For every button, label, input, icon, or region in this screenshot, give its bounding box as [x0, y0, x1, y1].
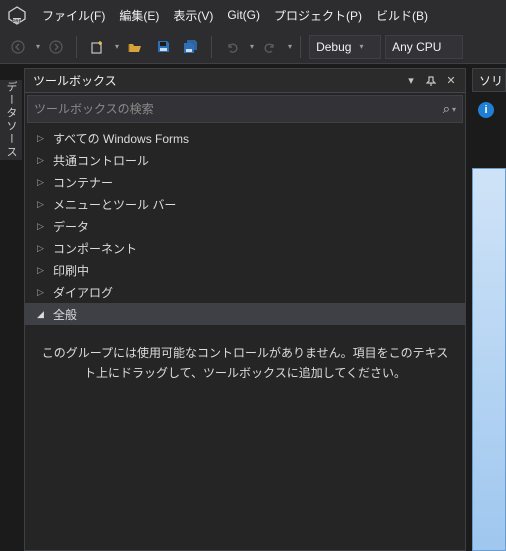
dropdown-caret-icon[interactable]: ▾: [288, 42, 292, 51]
search-icon[interactable]: ⌕: [443, 101, 450, 117]
tree-group[interactable]: ▷ メニューとツール バー: [25, 193, 465, 215]
platform-combo[interactable]: Any CPU: [385, 35, 463, 59]
configuration-label: Debug: [316, 40, 351, 54]
dropdown-caret-icon[interactable]: ▾: [250, 42, 254, 51]
toolbar: ▾ ▾ ▾ ▾ Debug ▾ Any CPU: [0, 30, 506, 64]
toolbox-search[interactable]: ⌕ ▾: [27, 95, 463, 123]
menu-edit[interactable]: 編集(E): [119, 7, 159, 24]
expander-collapsed-icon: ▷: [37, 287, 47, 298]
save-button[interactable]: [151, 35, 175, 59]
tree-group[interactable]: ▷ すべての Windows Forms: [25, 127, 465, 149]
menu-project[interactable]: プロジェクト(P): [274, 7, 362, 24]
menu-git[interactable]: Git(G): [227, 8, 260, 22]
tree-group-label: データ: [53, 218, 89, 235]
tree-group-label: メニューとツール バー: [53, 196, 176, 213]
tree-group[interactable]: ▷ コンポーネント: [25, 237, 465, 259]
expander-collapsed-icon: ▷: [37, 243, 47, 254]
tree-group[interactable]: ▷ データ: [25, 215, 465, 237]
main-area: ツールボックス ▾ ✕ ⌕ ▾ ▷ すべての Windows Forms ▷ 共通コ…: [24, 68, 506, 551]
toolbox-panel: ツールボックス ▾ ✕ ⌕ ▾ ▷ すべての Windows Forms ▷ 共通コ…: [24, 68, 466, 551]
tree-group-label: 印刷中: [53, 262, 89, 279]
configuration-combo[interactable]: Debug ▾: [309, 35, 381, 59]
right-panel-sliver: ソリ i: [472, 68, 506, 551]
platform-label: Any CPU: [392, 40, 441, 54]
expander-collapsed-icon: ▷: [37, 155, 47, 166]
tree-group-label: 共通コントロール: [53, 152, 149, 169]
open-button[interactable]: [123, 35, 147, 59]
solution-explorer-header[interactable]: ソリ: [472, 68, 506, 92]
nav-back-button[interactable]: [6, 35, 30, 59]
save-all-button[interactable]: [179, 35, 203, 59]
tree-group[interactable]: ▷ ダイアログ: [25, 281, 465, 303]
undo-button[interactable]: [220, 35, 244, 59]
panel-options-icon[interactable]: ▾: [403, 73, 419, 89]
nav-forward-button[interactable]: [44, 35, 68, 59]
toolbox-title: ツールボックス: [33, 72, 399, 89]
tree-group-label: コンテナー: [53, 174, 113, 191]
close-icon[interactable]: ✕: [443, 73, 459, 89]
expander-expanded-icon: ◢: [37, 309, 47, 320]
tree-group-label: ダイアログ: [53, 284, 113, 301]
tree-group-label: コンポーネント: [53, 240, 137, 257]
expander-collapsed-icon: ▷: [37, 133, 47, 144]
app-logo-icon: PRE: [6, 4, 28, 26]
dropdown-caret-icon[interactable]: ▾: [115, 42, 119, 51]
expander-collapsed-icon: ▷: [37, 265, 47, 276]
dropdown-caret-icon[interactable]: ▾: [36, 42, 40, 51]
toolbox-header: ツールボックス ▾ ✕: [25, 69, 465, 93]
empty-group-message: このグループには使用可能なコントロールがありません。項目をこのテキスト上にドラッ…: [25, 325, 465, 402]
separator: [76, 36, 77, 58]
pin-icon[interactable]: [423, 73, 439, 89]
menu-view[interactable]: 表示(V): [173, 7, 213, 24]
dropdown-caret-icon[interactable]: ▾: [452, 105, 456, 114]
menu-bar: PRE ファイル(F) 編集(E) 表示(V) Git(G) プロジェクト(P)…: [0, 0, 506, 30]
menu-build[interactable]: ビルド(B): [376, 7, 428, 24]
expander-collapsed-icon: ▷: [37, 221, 47, 232]
tree-group-general[interactable]: ◢ 全般: [25, 303, 465, 325]
separator: [211, 36, 212, 58]
new-item-button[interactable]: [85, 35, 109, 59]
side-tab-data-sources[interactable]: データソース: [0, 80, 22, 160]
tree-group-label: 全般: [53, 306, 77, 323]
info-icon[interactable]: i: [478, 102, 494, 118]
tree-group[interactable]: ▷ コンテナー: [25, 171, 465, 193]
svg-text:PRE: PRE: [12, 19, 21, 24]
tree-group-label: すべての Windows Forms: [53, 130, 189, 147]
menu-file[interactable]: ファイル(F): [42, 7, 105, 24]
expander-collapsed-icon: ▷: [37, 177, 47, 188]
toolbox-tree: ▷ すべての Windows Forms ▷ 共通コントロール ▷ コンテナー ▷ メニ…: [25, 125, 465, 550]
separator: [300, 36, 301, 58]
tree-group[interactable]: ▷ 印刷中: [25, 259, 465, 281]
redo-button[interactable]: [258, 35, 282, 59]
designer-preview-sliver: [472, 168, 506, 551]
chevron-down-icon: ▾: [359, 42, 363, 51]
tree-group[interactable]: ▷ 共通コントロール: [25, 149, 465, 171]
expander-collapsed-icon: ▷: [37, 199, 47, 210]
toolbox-search-input[interactable]: [34, 102, 443, 116]
